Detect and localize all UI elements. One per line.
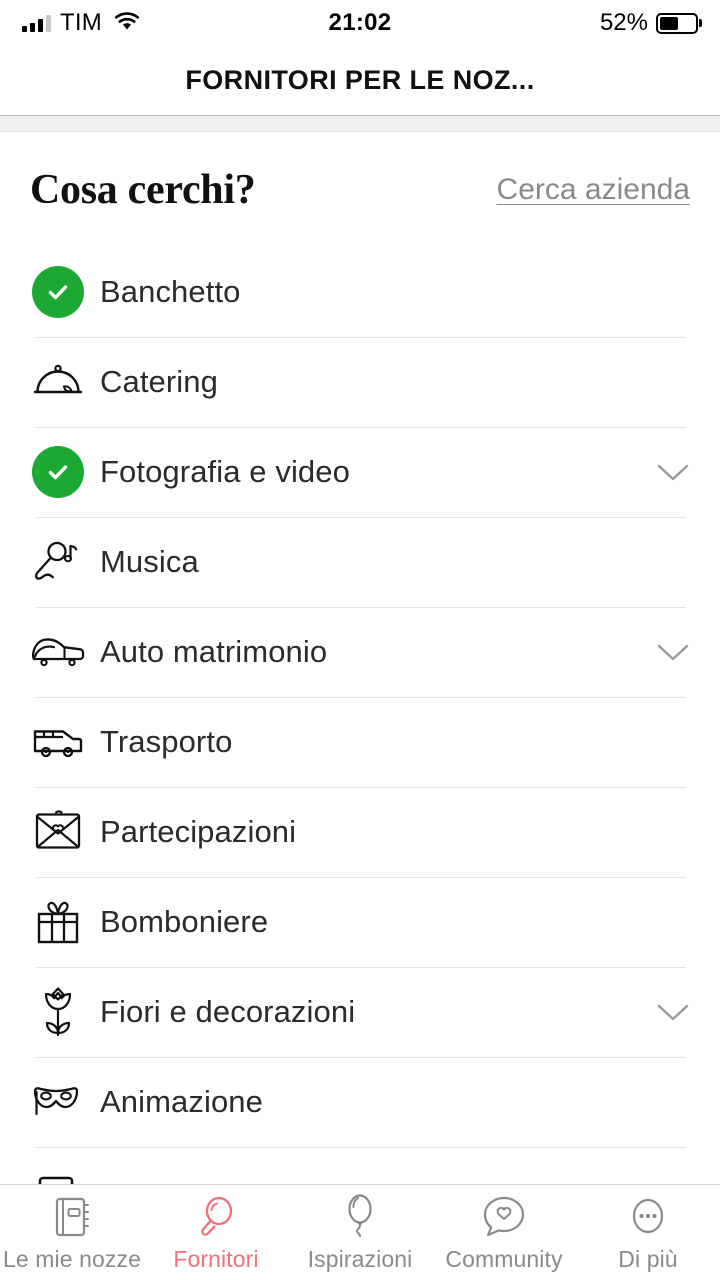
speech-heart-icon [480,1192,528,1242]
list-item[interactable]: Fiori e decorazioni [0,967,720,1057]
header-separator-strip [0,116,720,132]
balloon-icon [340,1192,380,1242]
status-bar-right: 52% [600,9,698,37]
search-heading: Cosa cerchi? [30,166,256,213]
list-item[interactable]: Banchetto [0,247,720,337]
list-item-label: Auto matrimonio [100,634,328,669]
list-item-label: Bomboniere [100,904,269,939]
category-list: Banchetto Catering Fotografia e video Mu… [0,247,720,1184]
tab-di-piu[interactable]: Di più [576,1185,720,1280]
list-item-label: Musica [100,544,199,579]
gift-icon [30,894,86,950]
bottom-navigation: Le mie nozze Fornitori Ispirazioni Commu… [0,1184,720,1280]
list-item-label: Fotografia e video [100,454,350,489]
mask-icon [30,1074,86,1130]
status-bar: TIM 21:02 52% [0,0,720,46]
car-icon [30,624,86,680]
chevron-down-icon[interactable] [656,461,690,483]
tab-label: Di più [618,1246,678,1272]
search-company-link[interactable]: Cerca azienda [497,173,690,207]
battery-icon [656,12,698,34]
cloche-icon [30,354,86,410]
microphone-icon [30,534,86,590]
wifi-icon [113,10,141,36]
check-circle-icon [30,444,86,500]
list-item-label: Fiori e decorazioni [100,994,356,1029]
carrier-label: TIM [60,9,102,36]
tulip-icon [30,984,86,1040]
tab-le-mie-nozze[interactable]: Le mie nozze [0,1185,144,1280]
status-bar-left: TIM [22,9,141,37]
list-item-partial[interactable] [0,1147,720,1184]
list-item-label: Banchetto [100,274,241,309]
planner-book-icon [50,1192,94,1242]
page-header: FORNITORI PER LE NOZ... [0,46,720,116]
list-item[interactable]: Partecipazioni [0,787,720,877]
battery-percent-label: 52% [599,9,648,36]
cake-icon [30,1164,86,1184]
chevron-down-icon[interactable] [656,641,690,663]
tab-community[interactable]: Community [432,1185,576,1280]
tab-label: Le mie nozze [3,1246,141,1272]
tab-fornitori[interactable]: Fornitori [144,1185,288,1280]
signal-bars-icon [22,14,51,32]
ellipsis-circle-icon [625,1192,671,1242]
list-item[interactable]: Fotografia e video [0,427,720,517]
list-item[interactable]: Catering [0,337,720,427]
check-circle-icon [30,264,86,320]
list-item[interactable]: Bomboniere [0,877,720,967]
envelope-heart-icon [30,804,86,860]
magnifier-icon [193,1192,239,1242]
list-item[interactable]: Auto matrimonio [0,607,720,697]
tab-label: Fornitori [173,1246,259,1272]
list-item-label: Animazione [100,1084,263,1119]
tab-label: Ispirazioni [307,1246,413,1272]
tab-label: Community [445,1246,563,1272]
van-icon [30,714,86,770]
search-header: Cosa cerchi? Cerca azienda [0,132,720,247]
page-title: FORNITORI PER LE NOZ... [185,65,535,95]
list-item-label: Partecipazioni [100,814,297,849]
list-item[interactable]: Musica [0,517,720,607]
list-item-label: Trasporto [100,724,233,759]
list-item-label: Catering [100,364,218,399]
tab-ispirazioni[interactable]: Ispirazioni [288,1185,432,1280]
app-screen: TIM 21:02 52% FORNITORI PER LE NOZ... Co… [0,0,720,1280]
chevron-down-icon[interactable] [656,1001,690,1023]
list-item[interactable]: Animazione [0,1057,720,1147]
list-item[interactable]: Trasporto [0,697,720,787]
